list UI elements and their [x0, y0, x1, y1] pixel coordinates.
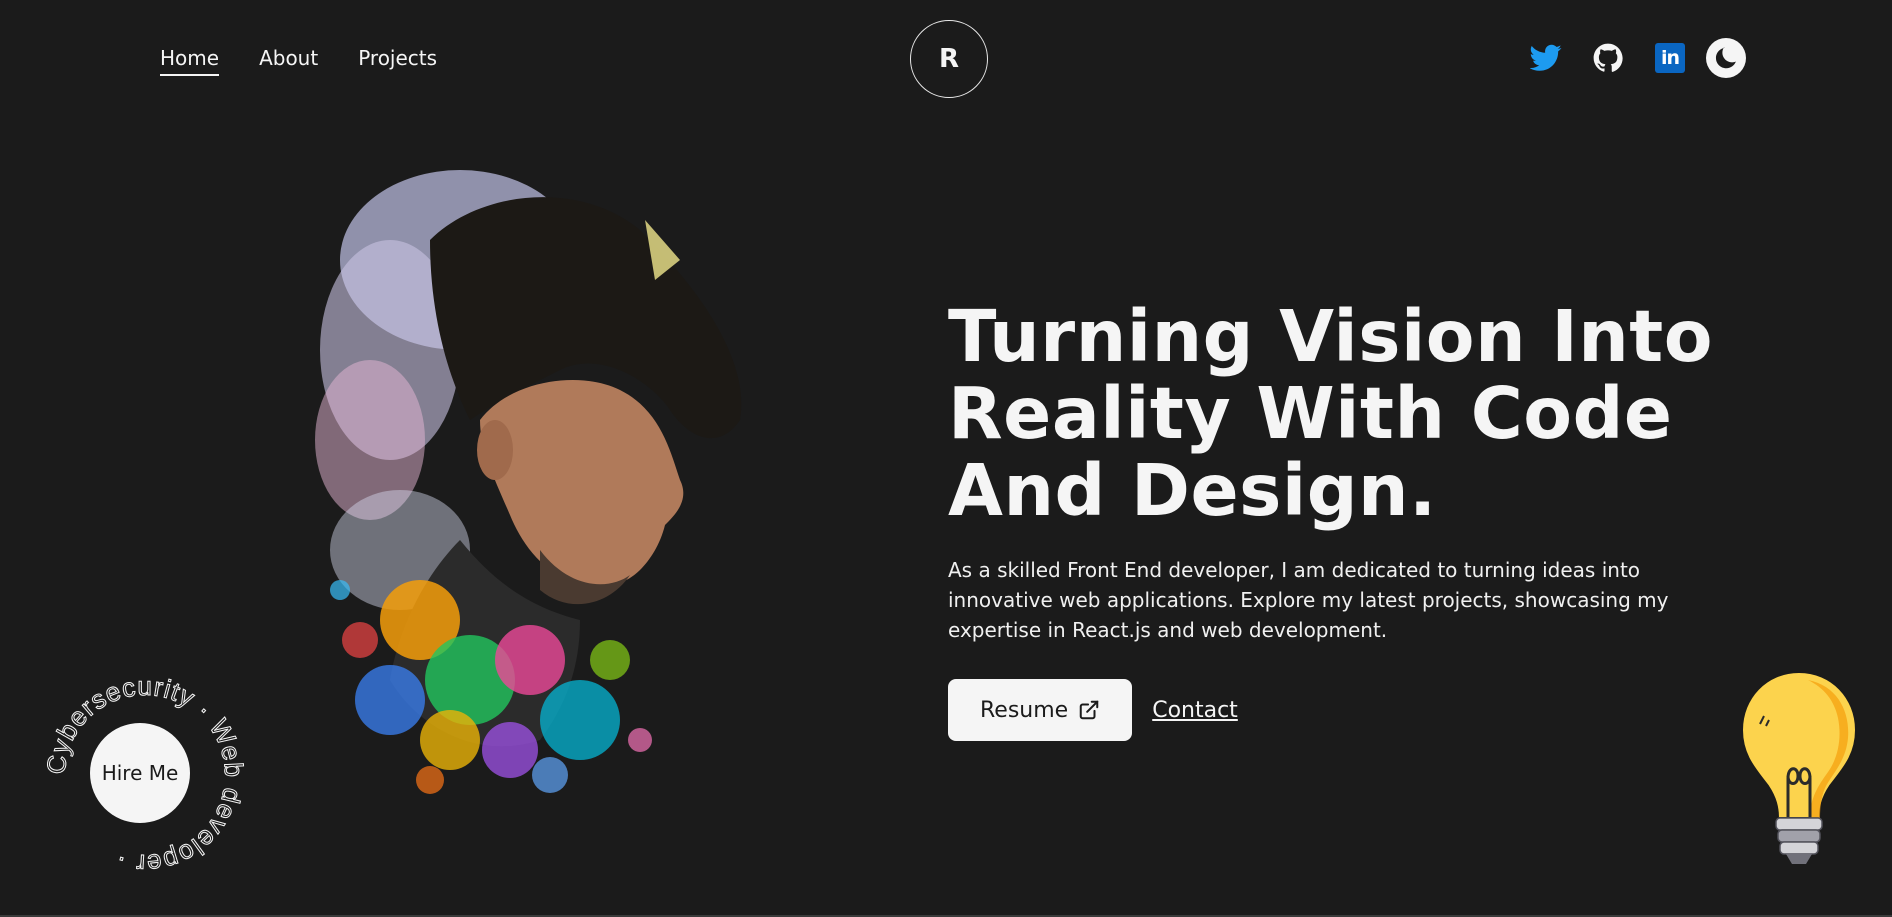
main-nav: Home About Projects	[160, 46, 437, 76]
hire-me-label: Hire Me	[101, 761, 179, 785]
hero-title: Turning Vision Into Reality With Code An…	[948, 295, 1714, 532]
page: Home About Projects R in Turning Vision …	[0, 0, 1892, 917]
nav-projects-link[interactable]: Projects	[358, 46, 437, 76]
theme-toggle-button[interactable]	[1706, 38, 1746, 78]
nav-home-link[interactable]: Home	[160, 46, 220, 76]
hero-description: As a skilled Front End developer, I am d…	[948, 558, 1669, 642]
twitter-link[interactable]	[1530, 42, 1562, 74]
hire-me-badge: Cybersecurity · Web developer · Hire Me	[40, 670, 250, 880]
hero-section: Turning Vision Into Reality With Code An…	[948, 298, 1728, 741]
hero-actions: Resume Contact	[948, 679, 1728, 741]
social-links: in	[1530, 38, 1746, 78]
lightbulb-icon	[1740, 670, 1858, 864]
moon-icon	[1715, 47, 1736, 69]
github-icon	[1593, 43, 1623, 72]
resume-label: Resume	[980, 697, 1069, 723]
twitter-icon	[1530, 44, 1562, 71]
github-link[interactable]	[1592, 42, 1624, 74]
contact-link[interactable]: Contact	[1152, 698, 1238, 723]
resume-button[interactable]: Resume	[948, 679, 1133, 741]
linkedin-link[interactable]: in	[1654, 42, 1686, 74]
profile-portrait-image	[315, 170, 742, 794]
external-link-icon	[1079, 700, 1099, 720]
nav-about-link[interactable]: About	[259, 46, 318, 76]
logo-badge[interactable]: R	[910, 20, 988, 98]
hire-me-button[interactable]: Hire Me	[90, 723, 190, 823]
linkedin-icon: in	[1655, 43, 1685, 73]
logo-text: R	[938, 44, 960, 74]
